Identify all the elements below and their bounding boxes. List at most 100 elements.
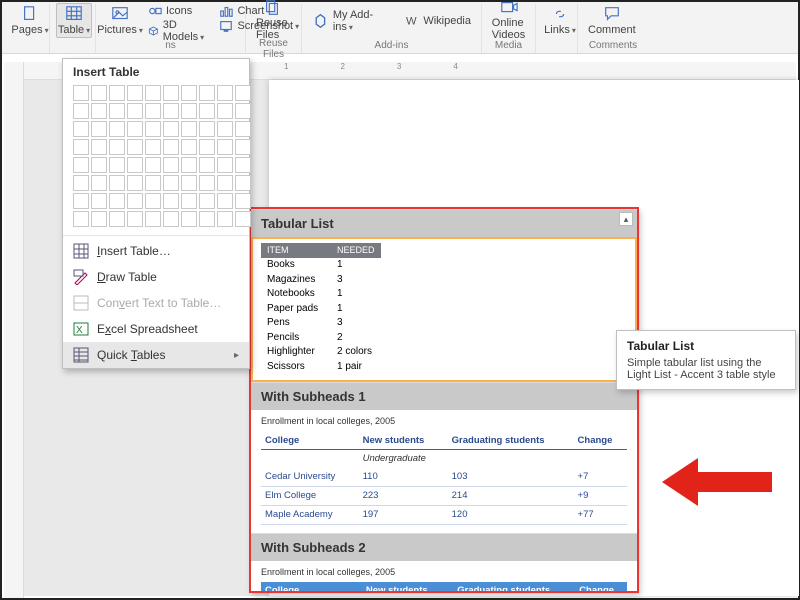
- grid-cell[interactable]: [199, 85, 215, 101]
- table-dropdown-panel: Insert Table IInsert Table…nsert Table… …: [62, 58, 250, 369]
- grid-cell[interactable]: [199, 193, 215, 209]
- grid-cell[interactable]: [217, 175, 233, 191]
- grid-cell[interactable]: [127, 157, 143, 173]
- wikipedia-button[interactable]: WWikipedia: [402, 11, 476, 31]
- grid-cell[interactable]: [199, 211, 215, 227]
- grid-cell[interactable]: [199, 139, 215, 155]
- grid-cell[interactable]: [127, 175, 143, 191]
- preview-subheads-1[interactable]: Enrollment in local colleges, 2005 Colle…: [251, 410, 637, 533]
- grid-cell[interactable]: [91, 121, 107, 137]
- grid-cell[interactable]: [235, 103, 251, 119]
- menu-quick-tables[interactable]: Quick Tables ▸: [63, 342, 249, 368]
- grid-cell[interactable]: [181, 103, 197, 119]
- preview-subheads-2[interactable]: Enrollment in local colleges, 2005 Colle…: [251, 561, 637, 592]
- grid-cell[interactable]: [145, 139, 161, 155]
- grid-cell[interactable]: [235, 193, 251, 209]
- grid-cell[interactable]: [217, 103, 233, 119]
- my-addins-button[interactable]: My Add-ins: [308, 8, 394, 34]
- grid-cell[interactable]: [109, 193, 125, 209]
- grid-cell[interactable]: [181, 121, 197, 137]
- grid-cell[interactable]: [127, 121, 143, 137]
- grid-cell[interactable]: [145, 211, 161, 227]
- grid-cell[interactable]: [127, 103, 143, 119]
- grid-cell[interactable]: [91, 85, 107, 101]
- grid-cell[interactable]: [181, 139, 197, 155]
- grid-cell[interactable]: [91, 193, 107, 209]
- grid-cell[interactable]: [127, 211, 143, 227]
- grid-cell[interactable]: [235, 175, 251, 191]
- grid-cell[interactable]: [217, 121, 233, 137]
- grid-cell[interactable]: [235, 211, 251, 227]
- grid-cell[interactable]: [73, 175, 89, 191]
- grid-cell[interactable]: [145, 193, 161, 209]
- grid-cell[interactable]: [217, 85, 233, 101]
- grid-cell[interactable]: [181, 175, 197, 191]
- grid-cell[interactable]: [181, 157, 197, 173]
- grid-cell[interactable]: [91, 175, 107, 191]
- grid-cell[interactable]: [217, 211, 233, 227]
- grid-cell[interactable]: [199, 157, 215, 173]
- grid-cell[interactable]: [235, 139, 251, 155]
- grid-cell[interactable]: [181, 193, 197, 209]
- grid-cell[interactable]: [235, 157, 251, 173]
- table-button[interactable]: Table: [56, 3, 92, 38]
- grid-cell[interactable]: [163, 211, 179, 227]
- grid-cell[interactable]: [73, 121, 89, 137]
- grid-cell[interactable]: [127, 193, 143, 209]
- grid-cell[interactable]: [73, 85, 89, 101]
- grid-cell[interactable]: [91, 211, 107, 227]
- grid-cell[interactable]: [109, 103, 125, 119]
- grid-cell[interactable]: [109, 157, 125, 173]
- grid-cell[interactable]: [199, 121, 215, 137]
- comment-button[interactable]: Comment: [584, 4, 640, 37]
- table-size-grid[interactable]: [63, 83, 249, 233]
- grid-cell[interactable]: [181, 85, 197, 101]
- grid-cell[interactable]: [91, 157, 107, 173]
- grid-cell[interactable]: [73, 157, 89, 173]
- online-videos-button[interactable]: Online Videos: [488, 0, 529, 43]
- preview-tabular-list[interactable]: ITEMNEEDED Books1Magazines3Notebooks1Pap…: [251, 237, 637, 382]
- grid-cell[interactable]: [91, 103, 107, 119]
- pages-button[interactable]: Pages: [12, 4, 48, 37]
- grid-cell[interactable]: [109, 175, 125, 191]
- grid-cell[interactable]: [145, 175, 161, 191]
- grid-cell[interactable]: [199, 175, 215, 191]
- grid-cell[interactable]: [163, 85, 179, 101]
- grid-cell[interactable]: [163, 103, 179, 119]
- scroll-up-icon[interactable]: ▴: [619, 212, 633, 226]
- links-button[interactable]: Links: [542, 4, 578, 37]
- grid-cell[interactable]: [109, 85, 125, 101]
- grid-cell[interactable]: [145, 121, 161, 137]
- grid-cell[interactable]: [163, 139, 179, 155]
- menu-draw-table[interactable]: Draw Table: [63, 264, 249, 290]
- grid-cell[interactable]: [145, 157, 161, 173]
- grid-cell[interactable]: [181, 211, 197, 227]
- grid-cell[interactable]: [217, 193, 233, 209]
- grid-cell[interactable]: [163, 121, 179, 137]
- grid-cell[interactable]: [235, 85, 251, 101]
- grid-cell[interactable]: [235, 121, 251, 137]
- grid-cell[interactable]: [163, 193, 179, 209]
- grid-cell[interactable]: [163, 157, 179, 173]
- grid-cell[interactable]: [199, 103, 215, 119]
- grid-cell[interactable]: [109, 139, 125, 155]
- grid-cell[interactable]: [127, 85, 143, 101]
- tooltip-title: Tabular List: [627, 339, 785, 353]
- grid-cell[interactable]: [217, 157, 233, 173]
- grid-cell[interactable]: [73, 103, 89, 119]
- grid-cell[interactable]: [145, 85, 161, 101]
- grid-cell[interactable]: [163, 175, 179, 191]
- grid-cell[interactable]: [73, 139, 89, 155]
- icons-button[interactable]: Icons: [146, 4, 209, 18]
- grid-cell[interactable]: [109, 121, 125, 137]
- pictures-button[interactable]: Pictures: [102, 4, 138, 37]
- menu-insert-table[interactable]: IInsert Table…nsert Table…: [63, 238, 249, 264]
- grid-cell[interactable]: [91, 139, 107, 155]
- grid-cell[interactable]: [145, 103, 161, 119]
- grid-cell[interactable]: [73, 193, 89, 209]
- grid-cell[interactable]: [217, 139, 233, 155]
- grid-cell[interactable]: [109, 211, 125, 227]
- grid-cell[interactable]: [73, 211, 89, 227]
- menu-excel-spreadsheet[interactable]: X Excel Spreadsheet: [63, 316, 249, 342]
- grid-cell[interactable]: [127, 139, 143, 155]
